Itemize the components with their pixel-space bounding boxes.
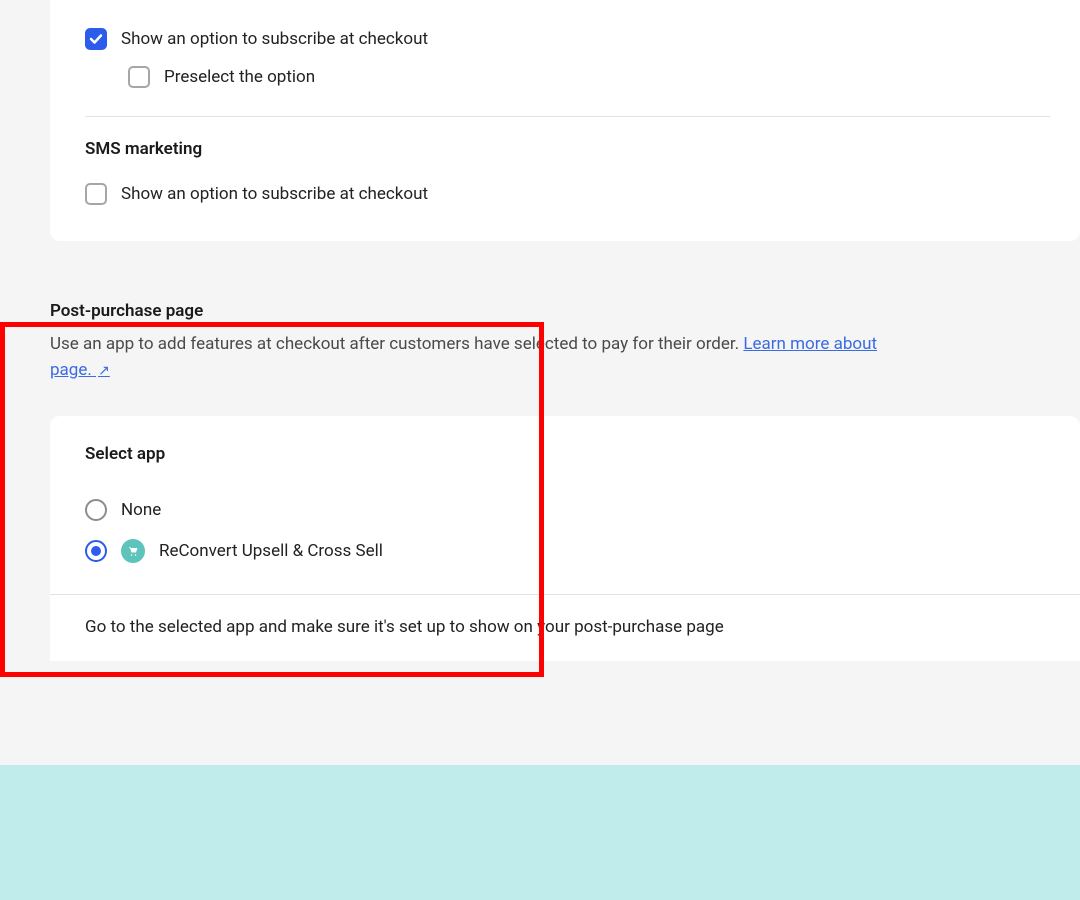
email-subscribe-label: Show an option to subscribe at checkout [121, 29, 428, 49]
radio-selected-icon[interactable] [85, 540, 107, 562]
radio-unselected-icon[interactable] [85, 499, 107, 521]
checkbox-unchecked-icon[interactable] [128, 66, 150, 88]
sms-subscribe-option[interactable]: Show an option to subscribe at checkout [85, 175, 1050, 213]
sms-subscribe-label: Show an option to subscribe at checkout [121, 184, 428, 204]
email-preselect-label: Preselect the option [164, 67, 315, 87]
post-purchase-description: Use an app to add features at checkout a… [50, 331, 1080, 384]
divider [50, 594, 1080, 595]
checkbox-checked-icon[interactable] [85, 28, 107, 50]
post-purchase-section: Post-purchase page Use an app to add fea… [50, 301, 1080, 661]
post-purchase-hint: Go to the selected app and make sure it'… [85, 617, 1045, 637]
post-purchase-desc-text: Use an app to add features at checkout a… [50, 334, 743, 354]
cart-icon [121, 539, 145, 563]
external-link-icon: ↗ [98, 363, 110, 379]
select-app-heading: Select app [85, 444, 1045, 464]
learn-more-link-contd[interactable]: page. ↗ [50, 360, 110, 380]
marketing-settings-card: Show an option to subscribe at checkout … [50, 0, 1080, 241]
email-subscribe-option[interactable]: Show an option to subscribe at checkout [85, 20, 1050, 58]
email-preselect-option[interactable]: Preselect the option [85, 58, 1050, 96]
sms-marketing-heading: SMS marketing [85, 139, 1050, 159]
checkbox-unchecked-icon[interactable] [85, 183, 107, 205]
decorative-bottom-band [0, 765, 1080, 900]
select-app-card: Select app None ReConvert Upsell & Cross… [50, 416, 1080, 661]
radio-label-reconvert: ReConvert Upsell & Cross Sell [159, 541, 383, 561]
learn-more-link[interactable]: Learn more about [743, 334, 877, 354]
post-purchase-title: Post-purchase page [50, 301, 1080, 321]
radio-option-none[interactable]: None [85, 490, 1045, 530]
radio-label-none: None [121, 500, 161, 520]
radio-option-reconvert[interactable]: ReConvert Upsell & Cross Sell [85, 530, 1045, 572]
divider [85, 116, 1050, 117]
